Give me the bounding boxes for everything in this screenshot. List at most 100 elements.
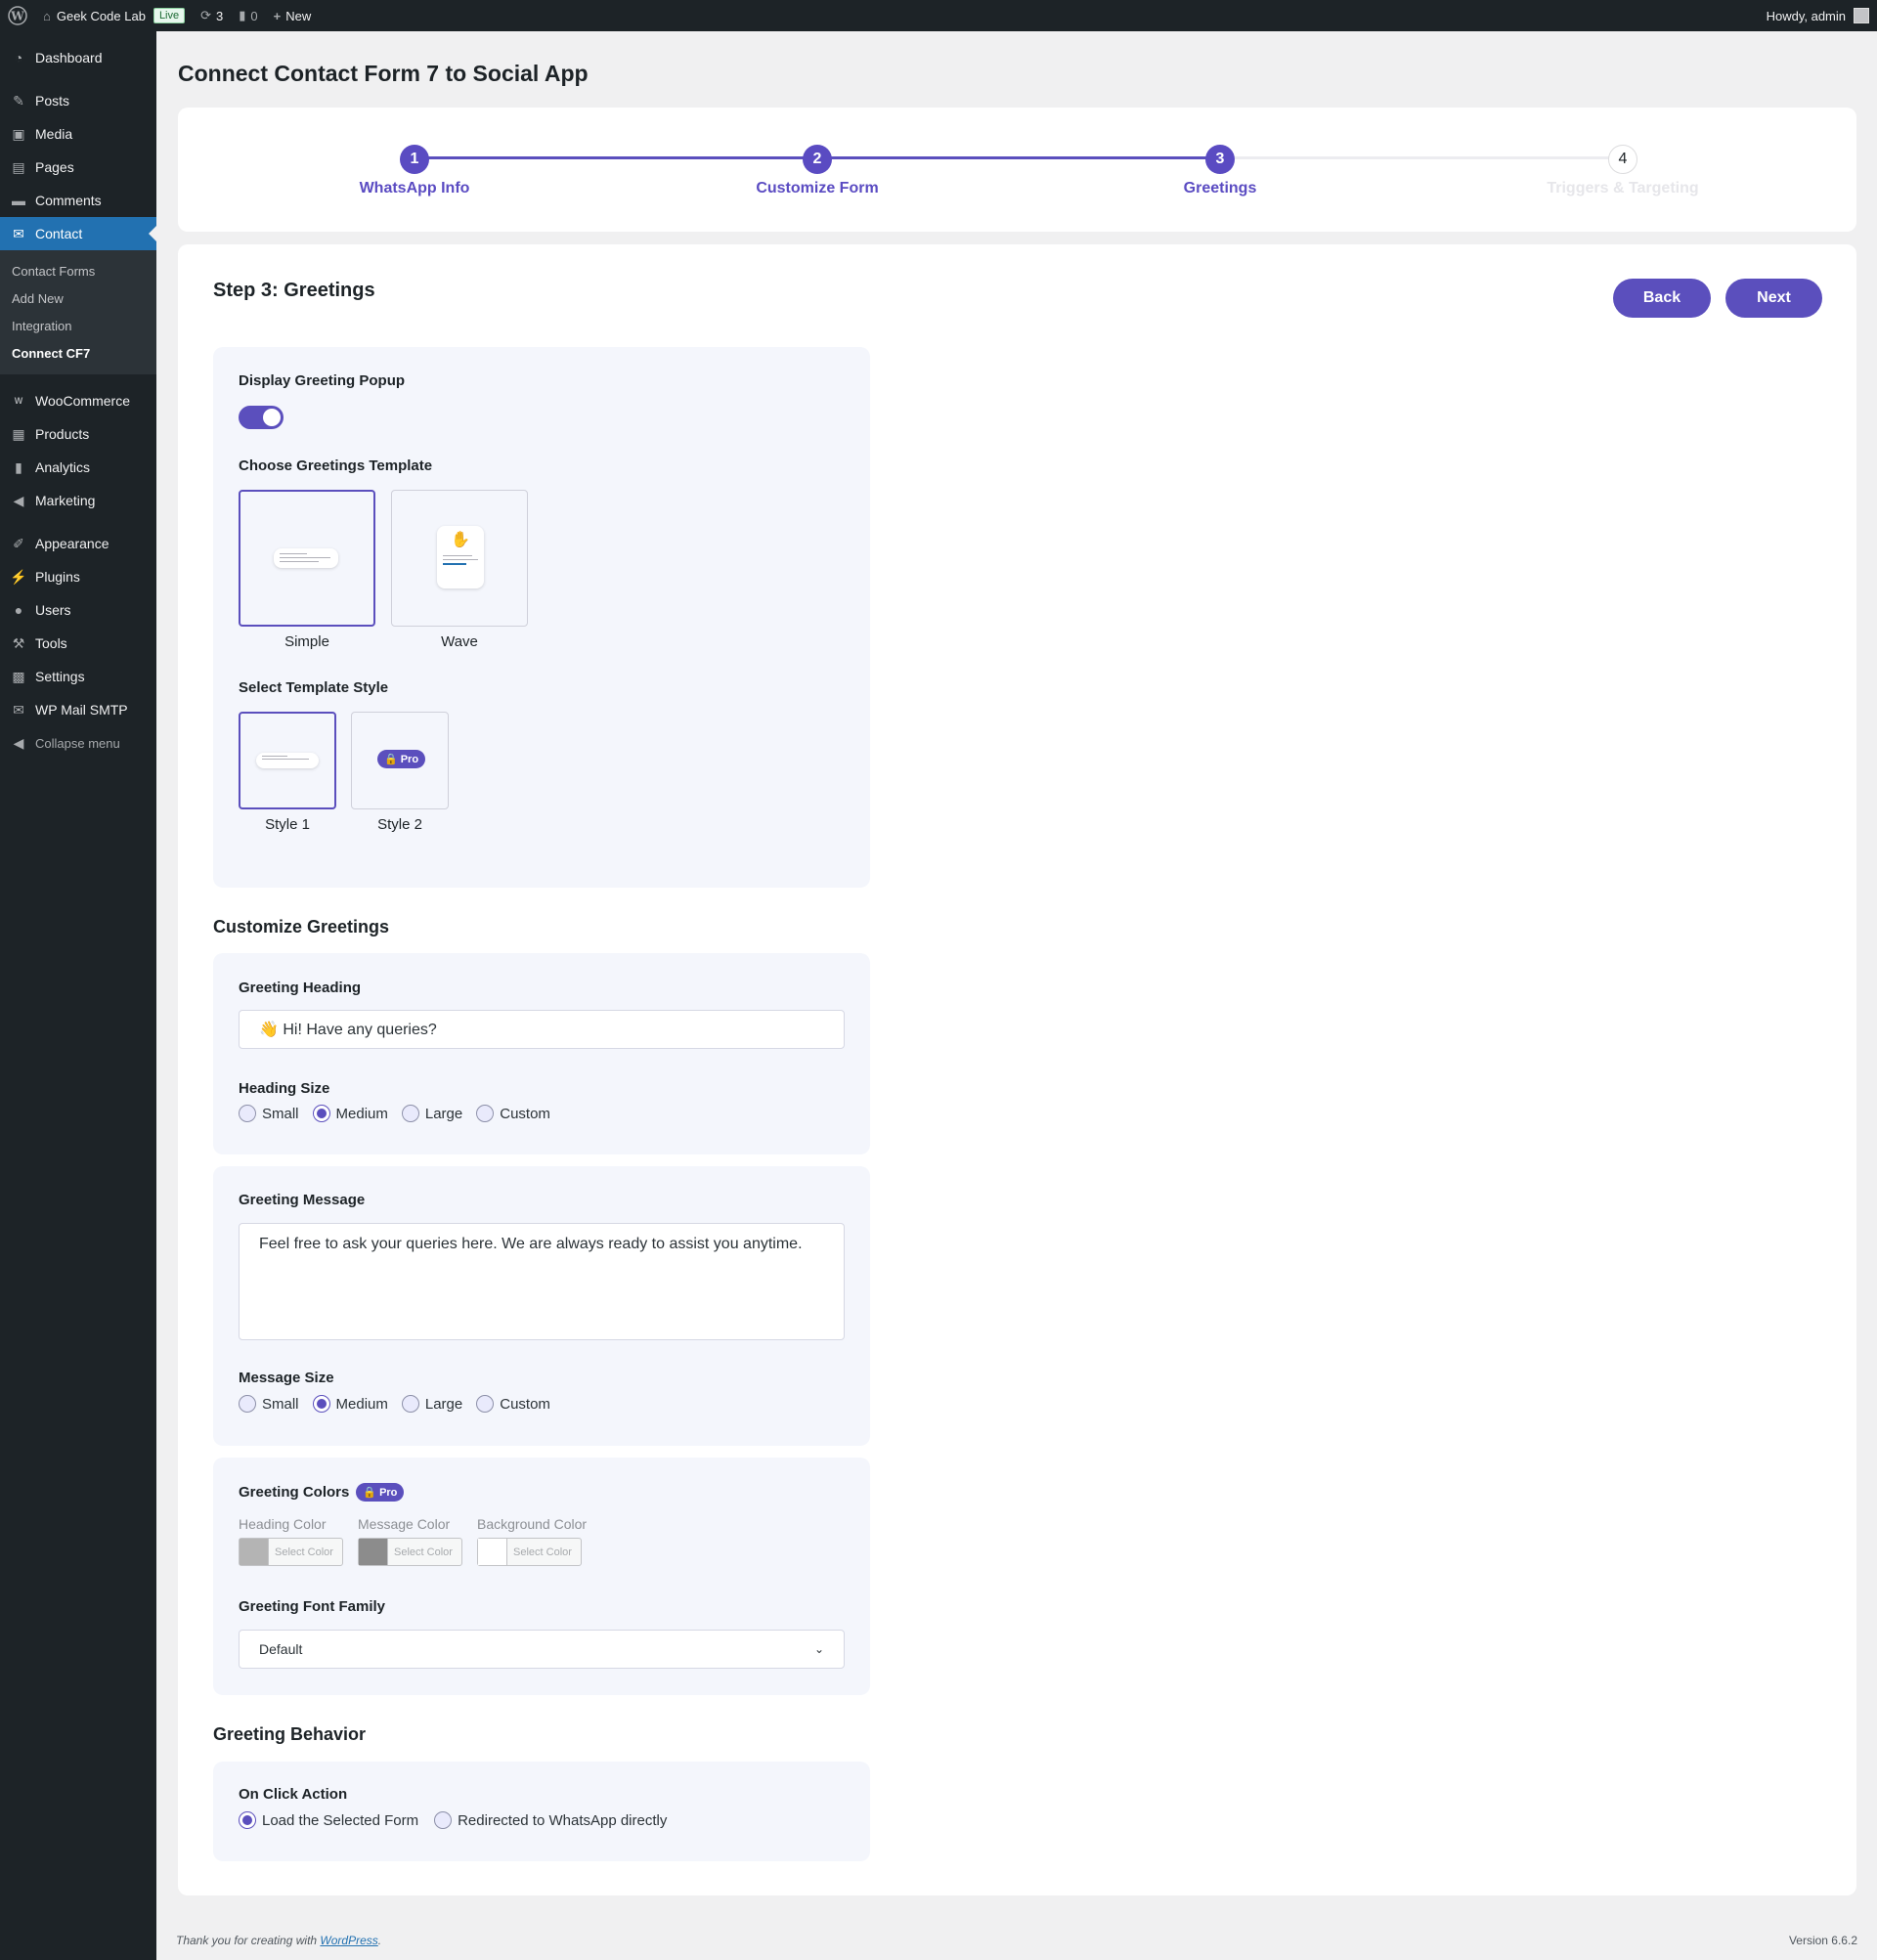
menu-tools[interactable]: ⚒ Tools (0, 627, 156, 660)
submenu-connect-cf7[interactable]: Connect CF7 (0, 339, 156, 367)
comments-icon: ▬ (12, 193, 25, 208)
preview-line (280, 557, 330, 558)
menu-label: Products (35, 426, 90, 442)
envelope-icon: ✉ (13, 225, 24, 241)
wordpress-logo-icon[interactable]: W (0, 0, 35, 31)
menu-plugins[interactable]: ⚡ Plugins (0, 560, 156, 593)
submenu-contact-forms[interactable]: Contact Forms (0, 257, 156, 284)
preview-line (280, 553, 307, 554)
message-size-large[interactable]: Large (401, 1395, 462, 1413)
updates-link[interactable]: ⟳ 3 (193, 0, 231, 31)
style-1-card[interactable] (239, 712, 336, 809)
select-color-text: Select Color (275, 1546, 333, 1558)
greeting-colors-label: Greeting Colors 🔒 Pro (239, 1483, 405, 1502)
radio-label: Medium (335, 1105, 388, 1122)
back-button[interactable]: Back (1613, 279, 1711, 318)
comment-bubble-icon: ▮ (239, 8, 246, 22)
menu-comments[interactable]: ▬ Comments (0, 184, 156, 217)
heading-color-group: Heading Color Select Color (239, 1516, 343, 1566)
collapse-arrow-icon: ◀ (13, 734, 24, 751)
menu-woocommerce[interactable]: W WooCommerce (0, 384, 156, 417)
menu-label: WooCommerce (35, 393, 130, 409)
message-size-custom[interactable]: Custom (476, 1395, 550, 1413)
background-color-picker[interactable]: Select Color (477, 1538, 582, 1566)
site-name-link[interactable]: ⌂ Geek Code Lab Live (35, 0, 193, 31)
template-wave-preview: ✋ (437, 526, 484, 588)
customize-greetings-heading: Customize Greetings (213, 917, 390, 936)
new-label: New (285, 8, 312, 23)
step-label: Triggers & Targeting (1547, 180, 1699, 196)
greeting-behavior-panel: On Click Action Load the Selected Form R… (213, 1762, 870, 1861)
radio-button (476, 1395, 495, 1413)
greeting-heading-input[interactable]: 👋 Hi! Have any queries? (239, 1010, 845, 1049)
comments-link[interactable]: ▮ 0 (231, 0, 265, 31)
radio-label: Medium (335, 1395, 388, 1413)
heading-size-custom[interactable]: Custom (476, 1105, 550, 1122)
menu-marketing[interactable]: ◀ Marketing (0, 484, 156, 517)
font-family-select[interactable]: Default ⌄ (239, 1630, 845, 1669)
menu-products[interactable]: ▦ Products (0, 417, 156, 451)
menu-wp-mail-smtp[interactable]: ✉ WP Mail SMTP (0, 693, 156, 726)
style-2-caption: Style 2 (377, 816, 422, 833)
message-size-small[interactable]: Small (239, 1395, 299, 1413)
on-click-redirect-whatsapp[interactable]: Redirected to WhatsApp directly (434, 1811, 667, 1829)
pro-badge: 🔒 Pro (356, 1483, 405, 1502)
updates-count: 3 (216, 8, 224, 23)
menu-appearance[interactable]: ✐ Appearance (0, 527, 156, 560)
template-simple-card[interactable] (239, 490, 375, 627)
menu-label: Plugins (35, 569, 80, 585)
step-number: 1 (400, 145, 429, 174)
submenu-integration[interactable]: Integration (0, 312, 156, 339)
colors-label-text: Greeting Colors (239, 1484, 350, 1501)
menu-label: Users (35, 602, 71, 618)
menu-media[interactable]: ▣ Media (0, 117, 156, 151)
wordpress-link[interactable]: WordPress (320, 1934, 377, 1947)
radio-button (476, 1105, 495, 1122)
greeting-message-textarea[interactable]: Feel free to ask your queries here. We a… (239, 1223, 845, 1340)
greeting-message-label: Greeting Message (239, 1192, 366, 1208)
heading-color-picker[interactable]: Select Color (239, 1538, 343, 1566)
submenu-add-new[interactable]: Add New (0, 284, 156, 312)
pro-badge-label: Pro (379, 1486, 398, 1499)
heading-size-medium[interactable]: Medium (312, 1105, 388, 1122)
menu-settings[interactable]: ▩ Settings (0, 660, 156, 693)
new-content-link[interactable]: + New (266, 0, 320, 31)
admin-sidebar: ◔ Dashboard ✎ Posts ▣ Media ▤ Pages ▬ Comment… (0, 31, 156, 1960)
menu-dashboard[interactable]: ◔ Dashboard (0, 41, 156, 74)
greeting-behavior-heading: Greeting Behavior (213, 1724, 367, 1744)
dashboard-icon: ◔ (14, 50, 23, 65)
menu-label: Dashboard (35, 50, 103, 65)
message-size-medium[interactable]: Medium (312, 1395, 388, 1413)
menu-contact[interactable]: ✉ Contact (0, 217, 156, 250)
step-2[interactable]: 2 Customize Form (700, 145, 935, 197)
plus-icon: + (273, 8, 282, 23)
live-badge: Live (153, 8, 186, 23)
radio-button (401, 1105, 419, 1122)
template-wave-caption: Wave (441, 633, 478, 650)
collapse-menu-button[interactable]: ◀ Collapse menu (0, 726, 156, 760)
template-wave-card[interactable]: ✋ (391, 490, 528, 627)
menu-analytics[interactable]: ▮ Analytics (0, 451, 156, 484)
settings-icon: ▩ (12, 668, 25, 684)
message-color-picker[interactable]: Select Color (358, 1538, 462, 1566)
step-3[interactable]: 3 Greetings (1103, 145, 1337, 197)
display-popup-toggle[interactable] (239, 406, 284, 429)
heading-size-large[interactable]: Large (401, 1105, 462, 1122)
my-account[interactable]: Howdy, admin (1767, 8, 1877, 23)
style-2-card[interactable]: 🔒 Pro (351, 712, 449, 809)
woocommerce-icon: W (14, 396, 23, 406)
menu-users[interactable]: ● Users (0, 593, 156, 627)
site-name: Geek Code Lab (56, 8, 146, 23)
next-button[interactable]: Next (1725, 279, 1822, 318)
radio-button (312, 1105, 330, 1122)
radio-button (434, 1811, 453, 1829)
menu-pages[interactable]: ▤ Pages (0, 151, 156, 184)
message-size-options: Small Medium Large Custom (239, 1395, 564, 1413)
radio-label: Small (262, 1395, 299, 1413)
step-4[interactable]: 4 Triggers & Targeting (1506, 145, 1740, 197)
on-click-load-form[interactable]: Load the Selected Form (239, 1811, 418, 1829)
heading-size-small[interactable]: Small (239, 1105, 299, 1122)
comments-count: 0 (250, 8, 258, 23)
step-1[interactable]: 1 WhatsApp Info (297, 145, 532, 197)
menu-posts[interactable]: ✎ Posts (0, 84, 156, 117)
